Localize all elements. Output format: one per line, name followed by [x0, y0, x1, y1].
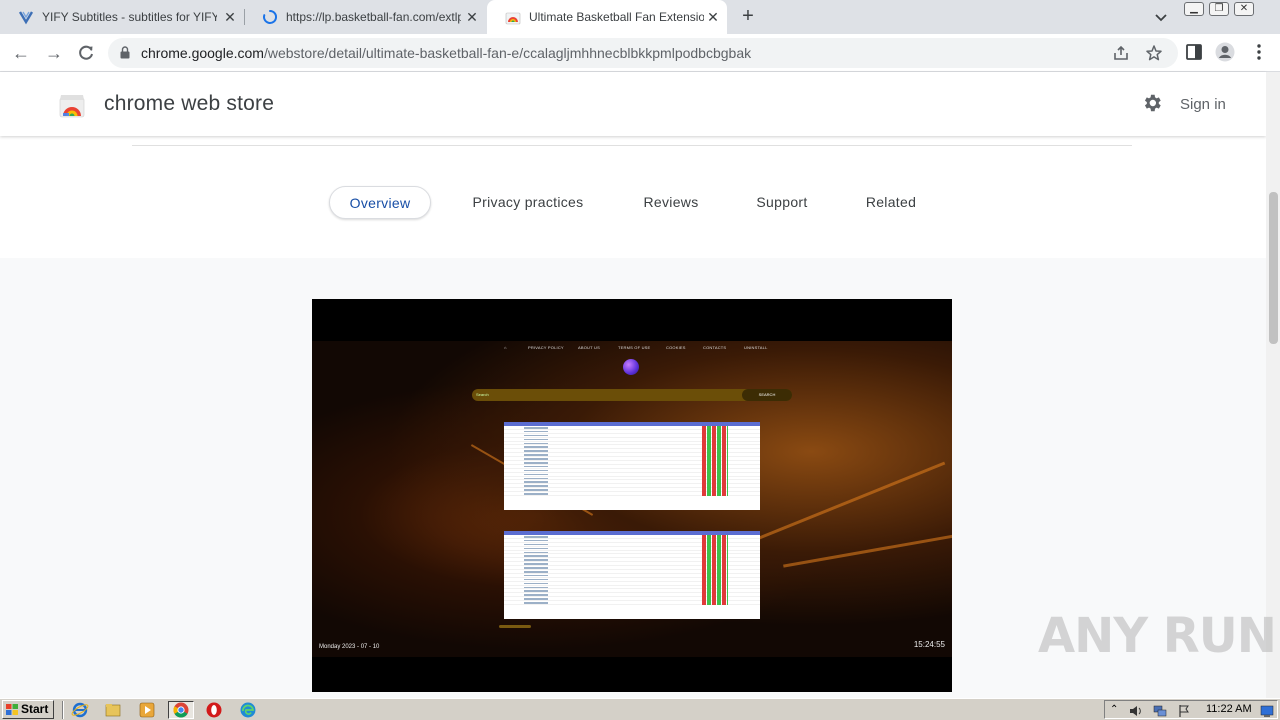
- tab-privacy-practices[interactable]: Privacy practices: [462, 186, 594, 219]
- web-store-header: chrome web store Sign in: [0, 72, 1266, 136]
- shot-nav-item: COOKIES: [666, 345, 686, 350]
- loading-spinner-icon: [263, 9, 277, 24]
- shot-standings-table-west: [504, 531, 760, 619]
- yify-favicon-icon: [18, 11, 34, 25]
- windows-flag-icon: [6, 704, 18, 715]
- url-path: /webstore/detail/ultimate-basketball-fan…: [263, 45, 752, 61]
- page-scrollbar-track[interactable]: [1266, 72, 1280, 698]
- store-title[interactable]: chrome web store: [104, 92, 274, 116]
- tab-search-chevron-icon[interactable]: [1152, 8, 1170, 26]
- shot-search-placeholder: Search: [476, 392, 489, 397]
- profile-avatar-icon[interactable]: [1215, 42, 1235, 62]
- url-host: chrome.google.com: [141, 45, 264, 61]
- table-row: [504, 492, 760, 497]
- close-tab-icon[interactable]: ✕: [705, 9, 721, 25]
- browser-tab-basketball-fan[interactable]: https://lp.basketball-fan.com/extlp1 ✕: [244, 0, 486, 34]
- taskbar-clock[interactable]: 11:22 AM: [1206, 703, 1252, 715]
- windows-taskbar: Start ⌃ 11:22 AM: [0, 698, 1280, 720]
- close-tab-icon[interactable]: ✕: [222, 9, 238, 25]
- tab-support[interactable]: Support: [747, 186, 817, 219]
- volume-icon[interactable]: [1129, 704, 1143, 718]
- bookmark-star-icon[interactable]: [1145, 44, 1163, 62]
- media-player-icon[interactable]: [138, 701, 156, 719]
- page-scrollbar-thumb[interactable]: [1269, 192, 1278, 344]
- anyrun-watermark: ANY RUN: [1038, 608, 1277, 664]
- header-divider: [132, 145, 1132, 146]
- network-icon[interactable]: [1153, 704, 1167, 718]
- settings-gear-icon[interactable]: [1141, 92, 1163, 114]
- edge-icon[interactable]: [239, 701, 257, 719]
- sign-in-link[interactable]: Sign in: [1180, 96, 1226, 113]
- tab-reviews[interactable]: Reviews: [634, 186, 708, 219]
- tab-title: https://lp.basketball-fan.com/extlp1: [286, 10, 461, 24]
- minimize-window-icon[interactable]: ▁: [1184, 2, 1204, 16]
- shot-nav-item: UNINSTALL: [744, 345, 768, 350]
- reload-icon[interactable]: [76, 43, 96, 63]
- action-center-flag-icon[interactable]: [1177, 704, 1191, 718]
- forward-arrow-icon[interactable]: →: [43, 42, 65, 64]
- internet-explorer-icon[interactable]: [71, 701, 89, 719]
- tab-overview[interactable]: Overview: [329, 186, 431, 219]
- address-bar[interactable]: chrome.google.com/webstore/detail/ultima…: [108, 38, 1178, 68]
- shot-nav-item: ABOUT US: [578, 345, 600, 350]
- close-window-icon[interactable]: ✕: [1234, 2, 1254, 16]
- browser-tab-web-store[interactable]: Ultimate Basketball Fan Extension - C ✕: [487, 0, 727, 34]
- lock-icon[interactable]: [120, 46, 130, 59]
- more-menu-icon[interactable]: [1249, 42, 1269, 62]
- chrome-web-store-favicon-icon: [505, 12, 521, 25]
- tab-title: YIFY Subtitles - subtitles for YIFY mo: [42, 10, 217, 24]
- share-icon[interactable]: [1112, 44, 1130, 62]
- taskbar-separator: [62, 701, 64, 719]
- new-tab-plus-icon[interactable]: +: [738, 6, 758, 26]
- shot-home-icon: ⌂: [504, 345, 507, 350]
- opera-icon[interactable]: [205, 701, 223, 719]
- tab-title: Ultimate Basketball Fan Extension - C: [529, 10, 704, 24]
- start-label: Start: [21, 702, 49, 716]
- side-panel-icon[interactable]: [1184, 42, 1204, 62]
- shot-basketball-logo-icon: [623, 359, 639, 375]
- detail-tabs: Overview Privacy practices Reviews Suppo…: [0, 186, 1266, 220]
- url-text[interactable]: chrome.google.com/webstore/detail/ultima…: [141, 45, 751, 61]
- close-tab-icon[interactable]: ✕: [464, 9, 480, 25]
- chrome-web-store-logo-icon[interactable]: [59, 92, 85, 118]
- tab-strip: YIFY Subtitles - subtitles for YIFY mo ✕…: [0, 0, 1280, 34]
- show-hidden-icons-chevron-icon[interactable]: ⌃: [1110, 704, 1124, 718]
- system-tray: ⌃ 11:22 AM: [1104, 700, 1278, 719]
- chrome-icon: [173, 702, 189, 718]
- browser-toolbar: ← → chrome.google.com/webstore/detail/ul…: [0, 34, 1280, 72]
- chrome-taskbar-button[interactable]: [168, 701, 194, 719]
- shot-pager-pill: [499, 625, 531, 628]
- shot-nav-item: TERMS OF USE: [618, 345, 651, 350]
- shot-nav-item: PRIVACY POLICY: [528, 345, 564, 350]
- extension-screenshot[interactable]: ⌂ PRIVACY POLICY ABOUT US TERMS OF USE C…: [312, 299, 952, 692]
- shot-time: 15:24:55: [913, 640, 945, 649]
- shot-nav-item: CONTACTS: [703, 345, 727, 350]
- tab-related[interactable]: Related: [857, 186, 925, 219]
- back-arrow-icon[interactable]: ←: [10, 42, 32, 64]
- restore-window-icon[interactable]: ❐: [1209, 2, 1229, 16]
- browser-tab-yify[interactable]: YIFY Subtitles - subtitles for YIFY mo ✕: [0, 0, 244, 34]
- shot-search-button: SEARCH: [742, 389, 792, 401]
- shot-search-bar: Search SEARCH: [472, 389, 792, 401]
- shot-date: Monday 2023 - 07 - 10: [319, 644, 380, 650]
- shot-standings-table-east: [504, 422, 760, 510]
- file-explorer-icon[interactable]: [104, 701, 122, 719]
- show-desktop-icon[interactable]: [1260, 704, 1274, 718]
- start-button[interactable]: Start: [2, 700, 54, 719]
- table-row: [504, 601, 760, 606]
